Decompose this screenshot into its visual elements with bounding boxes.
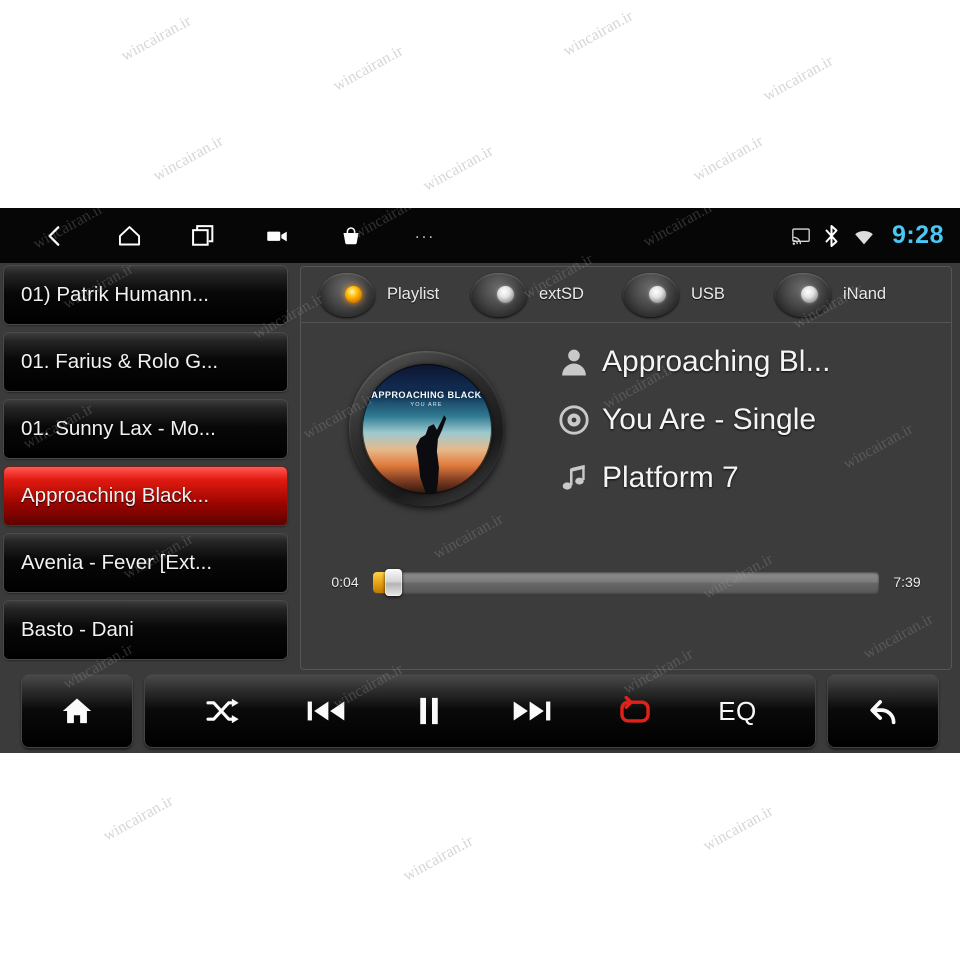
duration-time: 7:39: [893, 574, 921, 590]
list-item[interactable]: 01. Sunny Lax - Mo...: [4, 400, 287, 458]
bluetooth-icon: [823, 224, 840, 248]
source-label: iNand: [843, 285, 887, 303]
elapsed-time: 0:04: [331, 574, 359, 590]
source-option-inand[interactable]: iNand: [775, 272, 927, 317]
progress-fill: [373, 571, 386, 593]
navigation-buttons: ...: [18, 208, 462, 263]
source-label: extSD: [539, 285, 584, 303]
list-item[interactable]: 01) Patrik Humann...: [4, 266, 287, 324]
playlist-panel[interactable]: 01) Patrik Humann... 01. Farius & Rolo G…: [0, 263, 292, 675]
recents-icon[interactable]: [166, 208, 240, 263]
watermark: wincairan.ir: [100, 792, 176, 845]
eq-button[interactable]: EQ: [686, 675, 789, 747]
shopping-bag-icon[interactable]: [314, 208, 388, 263]
next-button[interactable]: [480, 675, 583, 747]
android-status-bar: ... 9:28: [0, 208, 960, 263]
source-option-usb[interactable]: USB: [623, 272, 775, 317]
watermark: wincairan.ir: [700, 802, 776, 855]
watermark: wincairan.ir: [330, 42, 406, 95]
previous-button[interactable]: [274, 675, 377, 747]
source-label: USB: [691, 285, 725, 303]
playlist-item-label: 01. Sunny Lax - Mo...: [21, 417, 216, 440]
player-panel: Playlist extSD USB iNand APPROACHING BLA…: [300, 266, 952, 670]
system-status-icons: 9:28: [791, 208, 944, 263]
radio-knob-active[interactable]: [319, 272, 375, 317]
shuffle-button[interactable]: [171, 675, 274, 747]
playlist-item-label: 01. Farius & Rolo G...: [21, 350, 219, 373]
status-clock: 9:28: [891, 221, 944, 249]
eq-label: EQ: [718, 695, 757, 726]
watermark: wincairan.ir: [118, 12, 194, 65]
album-art-subtitle: YOU ARE: [410, 401, 443, 408]
playlist-item-label: Approaching Black...: [21, 484, 210, 507]
source-option-playlist[interactable]: Playlist: [319, 272, 471, 317]
source-selector: Playlist extSD USB iNand: [301, 267, 951, 323]
metadata-row-album: You Are - Single: [546, 391, 936, 449]
transport-toolbar: EQ: [0, 675, 960, 747]
home-icon[interactable]: [92, 208, 166, 263]
home-button[interactable]: [22, 675, 132, 747]
track-metadata: Approaching Bl... You Are - Single Platf…: [546, 333, 936, 507]
music-note-icon: [546, 462, 602, 494]
video-camera-icon[interactable]: [240, 208, 314, 263]
progress-thumb[interactable]: [385, 568, 403, 596]
wifi-icon: [852, 226, 876, 246]
source-label: Playlist: [387, 285, 440, 303]
back-icon[interactable]: [18, 208, 92, 263]
list-item[interactable]: Basto - Dani: [4, 601, 287, 659]
now-playing-area: APPROACHING BLACK YOU ARE Approaching Bl…: [301, 323, 951, 613]
seek-bar[interactable]: 0:04 7:39: [301, 567, 951, 597]
source-option-extsd[interactable]: extSD: [471, 272, 623, 317]
playlist-item-label: Basto - Dani: [21, 618, 134, 641]
metadata-row-track: Platform 7: [546, 449, 936, 507]
overflow-dots: ...: [414, 223, 436, 242]
album-name: You Are - Single: [602, 403, 817, 436]
artist-name: Approaching Bl...: [602, 345, 831, 378]
back-button[interactable]: [828, 675, 938, 747]
watermark: wincairan.ir: [150, 132, 226, 185]
playlist-item-label: Avenia - Fever [Ext...: [21, 551, 213, 574]
album-art-title: APPROACHING BLACK: [371, 389, 482, 400]
radio-knob[interactable]: [623, 272, 679, 317]
cast-icon: [791, 227, 811, 245]
radio-knob[interactable]: [471, 272, 527, 317]
watermark: wincairan.ir: [760, 52, 836, 105]
list-item[interactable]: Avenia - Fever [Ext...: [4, 534, 287, 592]
artist-icon: [546, 345, 602, 379]
overflow-menu-icon[interactable]: ...: [388, 208, 462, 263]
album-art[interactable]: APPROACHING BLACK YOU ARE: [349, 351, 504, 506]
radio-knob[interactable]: [775, 272, 831, 317]
playback-controls: EQ: [145, 675, 815, 747]
album-art-silhouette: [416, 415, 447, 494]
repeat-button[interactable]: [583, 675, 686, 747]
album-disc-icon: [546, 403, 602, 437]
progress-track[interactable]: [373, 568, 879, 596]
track-name: Platform 7: [602, 461, 739, 494]
watermark: wincairan.ir: [560, 7, 636, 60]
watermark: wincairan.ir: [400, 832, 476, 885]
watermark: wincairan.ir: [420, 142, 496, 195]
pause-button[interactable]: [377, 675, 480, 747]
album-art-image: APPROACHING BLACK YOU ARE: [361, 363, 492, 494]
page-root: wincairan.ir wincairan.ir wincairan.ir w…: [0, 0, 960, 960]
list-item[interactable]: 01. Farius & Rolo G...: [4, 333, 287, 391]
playlist-item-label: 01) Patrik Humann...: [21, 283, 209, 306]
metadata-row-artist: Approaching Bl...: [546, 333, 936, 391]
list-item-selected[interactable]: Approaching Black...: [4, 467, 287, 525]
device-screen: ... 9:28 01) Patrik Humann... 01. Farius…: [0, 208, 960, 753]
watermark: wincairan.ir: [690, 132, 766, 185]
